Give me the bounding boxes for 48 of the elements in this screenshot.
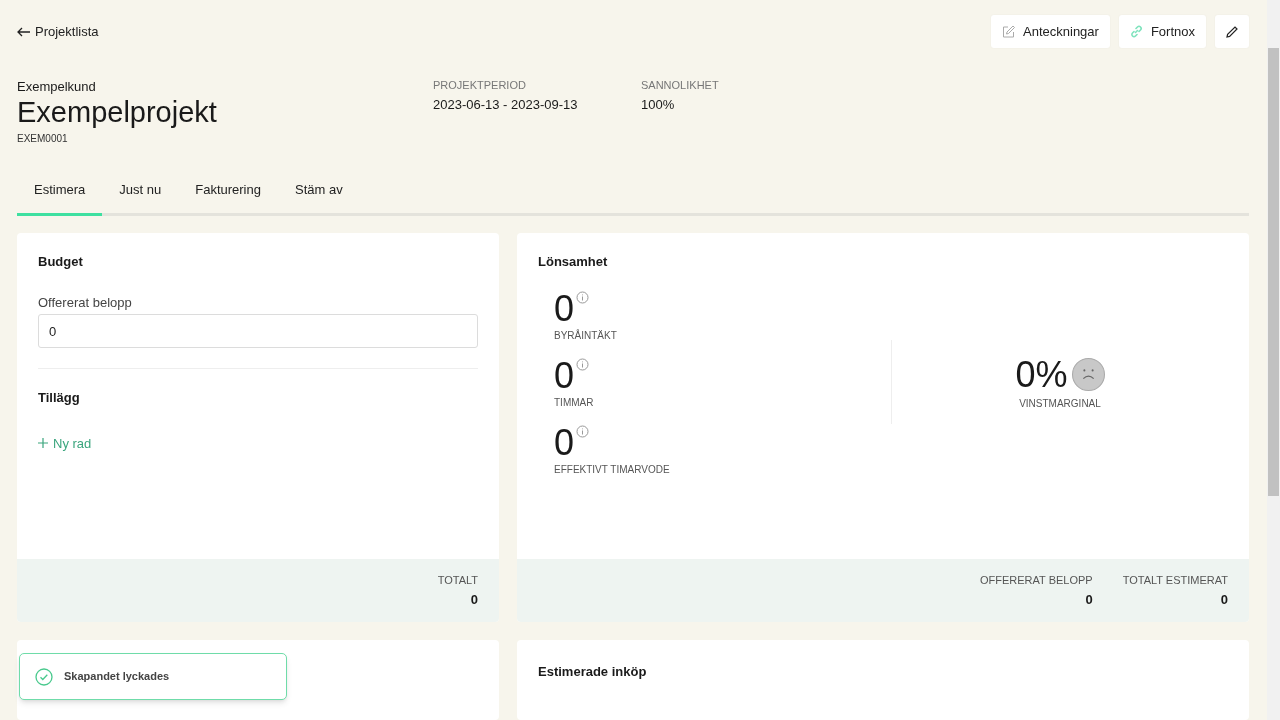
margin-value: 0% (1015, 354, 1068, 395)
card-title: Lönsamhet (538, 253, 608, 271)
total-value: 0 (470, 591, 478, 609)
meta-value: 2023-06-13 - 2023-09-13 (433, 95, 578, 114)
tab[interactable]: Estimera (17, 166, 103, 216)
tab[interactable]: Fakturering (178, 166, 278, 216)
scrollbar[interactable] (1267, 0, 1280, 720)
link-button[interactable]: Fortnox (1118, 15, 1206, 49)
section-title: Tillägg (38, 389, 80, 407)
info-icon (576, 290, 590, 304)
card-title: Estimerade inköp (538, 663, 647, 681)
tab[interactable]: Just nu (102, 166, 179, 216)
metric-value: 0 (554, 288, 575, 329)
metric-value: 0 (554, 355, 575, 396)
info-icon (576, 357, 590, 371)
meta-label: SANNOLIKHET (641, 77, 719, 92)
total-value: 0 (1220, 591, 1228, 609)
back-link[interactable]: Projektlista (17, 22, 99, 42)
arrow-left-icon (17, 26, 31, 37)
link-icon (1129, 25, 1143, 39)
pencil-icon (1226, 25, 1238, 38)
check-circle-icon (35, 667, 53, 686)
meta-label: PROJEKTPERIOD (433, 77, 526, 92)
amount-field[interactable]: 0 (38, 314, 478, 348)
total-label: OFFERERAT BELOPP (980, 573, 1093, 587)
project-code: EXEM0001 (17, 131, 68, 146)
total-label: TOTALT ESTIMERAT (1122, 573, 1228, 587)
total-label: TOTALT (437, 573, 478, 587)
edit-button[interactable] (1215, 15, 1249, 49)
metric-value: 0 (554, 422, 575, 463)
card-title: Budget (38, 253, 83, 271)
metric-label: TIMMAR (554, 396, 594, 409)
sad-face-icon (1071, 358, 1105, 391)
field-label: Offererat belopp (38, 293, 132, 312)
edit-note-icon (1002, 25, 1016, 39)
margin-label: VINSTMARGINAL (1019, 397, 1101, 410)
info-icon (576, 424, 590, 438)
scrollbar-thumb[interactable] (1268, 48, 1279, 496)
metric-label: EFFEKTIVT TIMARVODE (554, 463, 670, 476)
metric-label: BYRÅINTÄKT (554, 329, 617, 342)
plus-icon (38, 438, 48, 449)
total-value: 0 (1085, 591, 1093, 609)
notes-button[interactable]: Anteckningar (991, 15, 1110, 49)
toast-message: Skapandet lyckades (64, 669, 170, 685)
tab[interactable]: Stäm av (277, 166, 360, 216)
meta-value: 100% (641, 95, 675, 114)
customer-name: Exempelkund (17, 77, 97, 95)
project-title: Exempelprojekt (17, 94, 217, 129)
